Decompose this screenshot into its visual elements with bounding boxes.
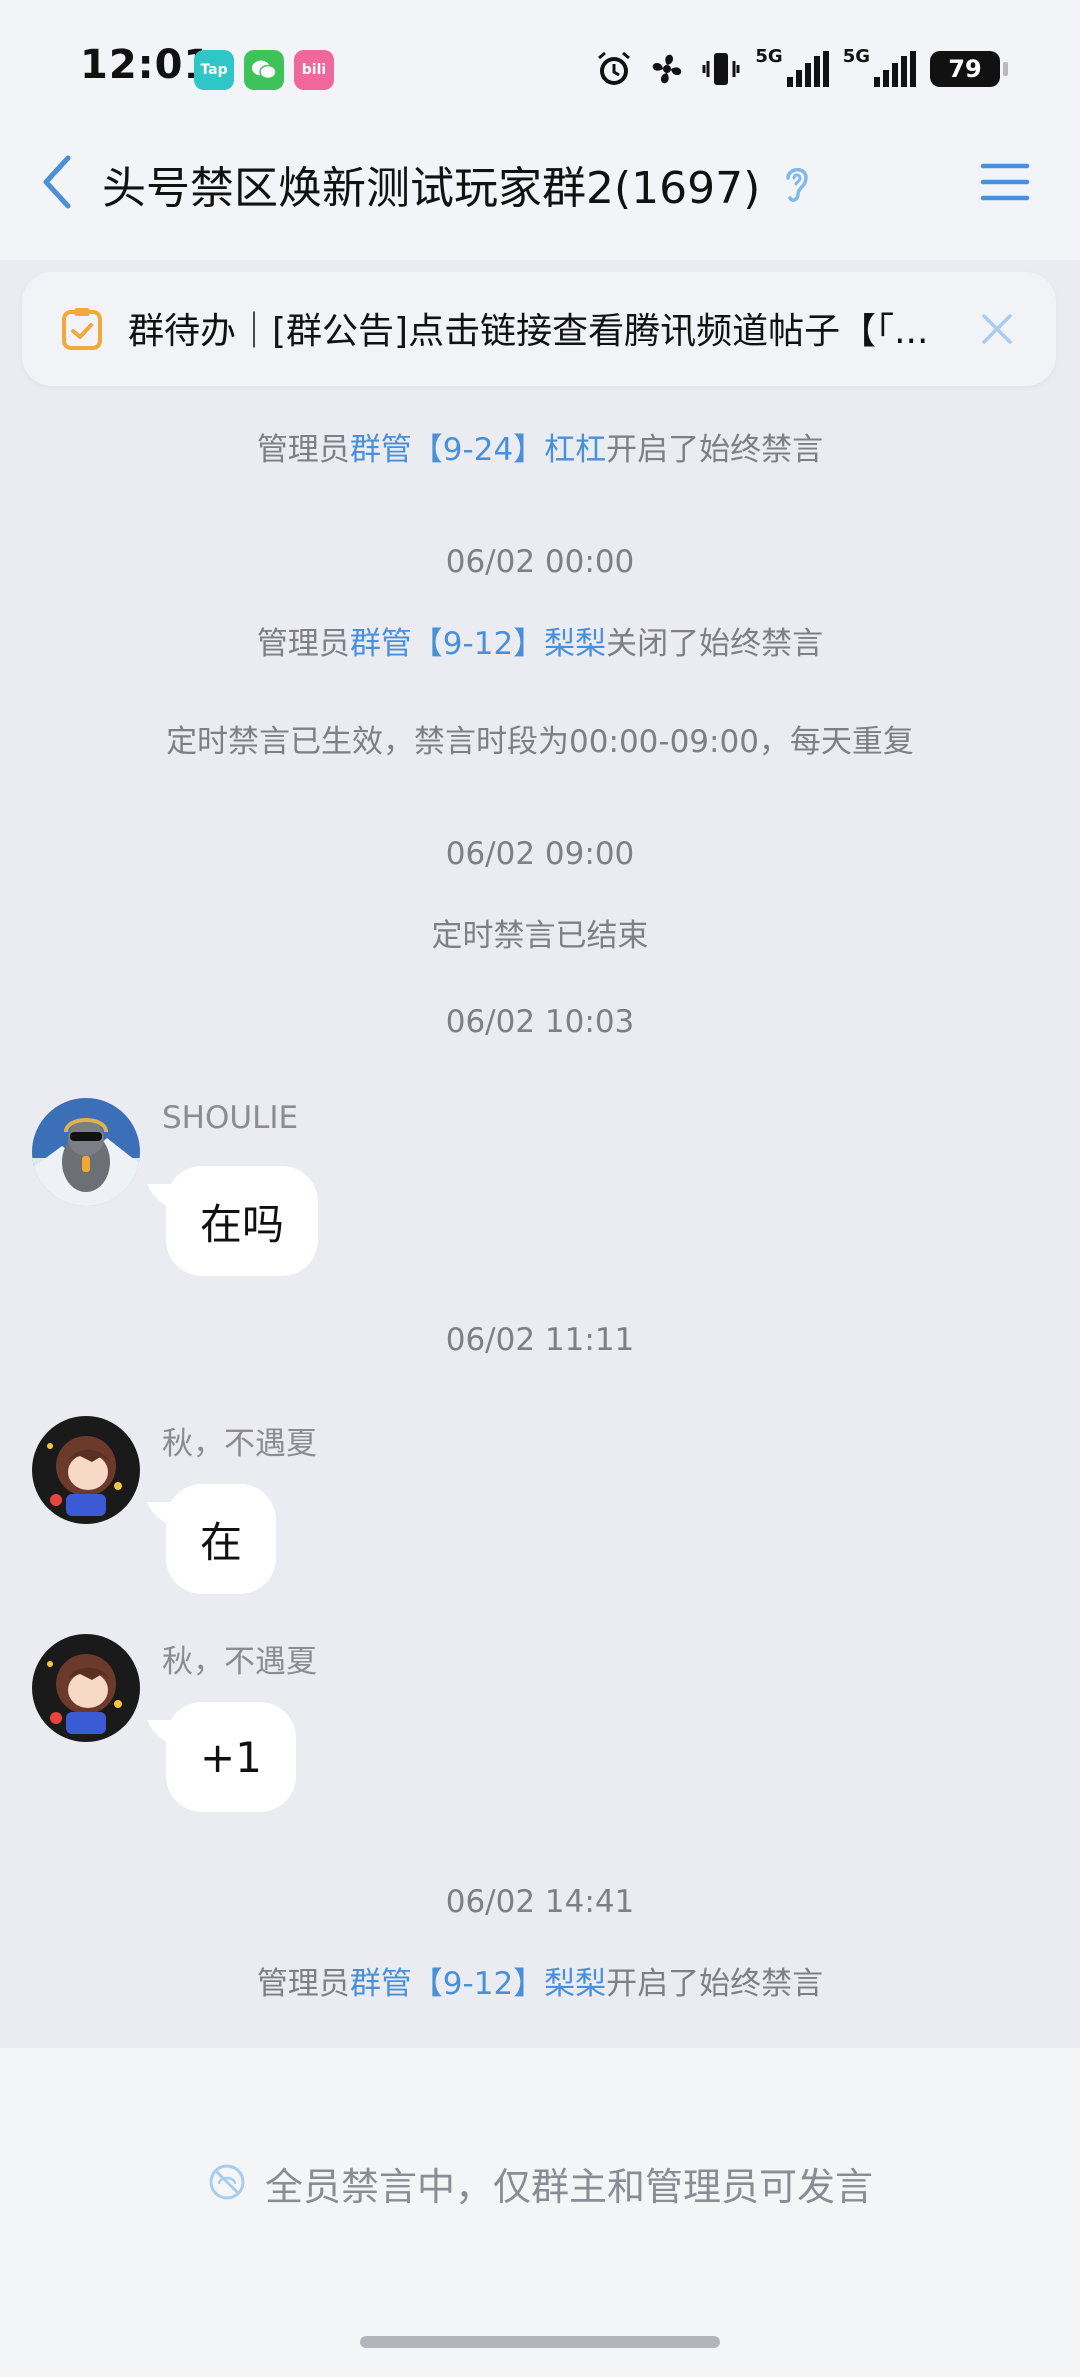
sender-name[interactable]: 秋，不遇夏 [162,1418,317,1463]
sender-name[interactable]: 秋，不遇夏 [162,1636,317,1681]
nav-bar: 头号禁区焕新测试玩家群2(1697) [0,140,1080,250]
input-area-muted: 全员禁言中，仅群主和管理员可发言 [0,2048,1080,2377]
mute-notice: 全员禁言中，仅群主和管理员可发言 [0,2156,1080,2211]
timestamp: 06/02 09:00 [445,836,635,872]
sender-name[interactable]: SHOULIE [162,1100,298,1136]
status-bar: 12:01 Tap bili 5G 5G 79 [0,0,1080,140]
timestamp: 06/02 14:41 [445,1884,635,1920]
avatar[interactable] [32,1098,140,1206]
ear-icon[interactable] [782,162,812,206]
message-bubble[interactable]: 在吗 [166,1166,319,1276]
timestamp: 06/02 10:03 [445,1004,635,1040]
group-todo-bar[interactable]: 群待办｜[群公告]点击链接查看腾讯频道帖子【「... [22,272,1056,386]
system-message: 管理员群管【9-12】梨梨关闭了始终禁言 [256,626,824,662]
system-message: 管理员群管【9-24】杠杠开启了始终禁言 [256,432,824,468]
system-message: 定时禁言已生效，禁言时段为00:00-09:00，每天重复 [166,724,914,760]
timestamp: 06/02 11:11 [445,1322,635,1358]
status-time: 12:01 [80,42,213,88]
top-bar: 12:01 Tap bili 5G 5G 79 头号禁区焕新测试玩家群2(169… [0,0,1080,260]
fan-icon [647,49,687,89]
alarm-icon [595,50,633,88]
status-icons: 5G 5G 79 [595,44,1008,94]
avatar[interactable] [32,1416,140,1524]
todo-text[interactable]: 群待办｜[群公告]点击链接查看腾讯频道帖子【「... [128,302,968,354]
signal-icon [786,51,829,87]
mute-icon [207,2162,247,2206]
system-message: 定时禁言已结束 [431,918,649,954]
mute-text: 全员禁言中，仅群主和管理员可发言 [264,2165,873,2209]
close-icon[interactable] [978,310,1016,348]
vibrate-icon [701,49,741,89]
bilibili-app-icon: bili [294,50,334,90]
page-title[interactable]: 头号禁区焕新测试玩家群2(1697) [102,152,760,216]
home-indicator[interactable] [360,2336,720,2348]
timestamp: 06/02 00:00 [445,544,635,580]
message-bubble[interactable]: 在 [166,1484,277,1594]
admin-link[interactable]: 群管【9-12】梨梨 [350,1966,606,2002]
menu-icon[interactable] [980,160,1030,204]
admin-link[interactable]: 群管【9-12】梨梨 [350,626,606,662]
avatar[interactable] [32,1634,140,1742]
taptap-app-icon: Tap [194,50,234,90]
admin-link[interactable]: 群管【9-24】杠杠 [350,432,606,468]
battery-indicator: 79 [930,51,1008,87]
signal-icon-2 [874,51,916,87]
system-message: 管理员群管【9-12】梨梨开启了始终禁言 [256,1966,824,2002]
wechat-app-icon [244,50,284,90]
message-bubble[interactable]: +1 [166,1702,296,1812]
back-icon[interactable] [38,152,78,212]
todo-icon [60,306,104,352]
